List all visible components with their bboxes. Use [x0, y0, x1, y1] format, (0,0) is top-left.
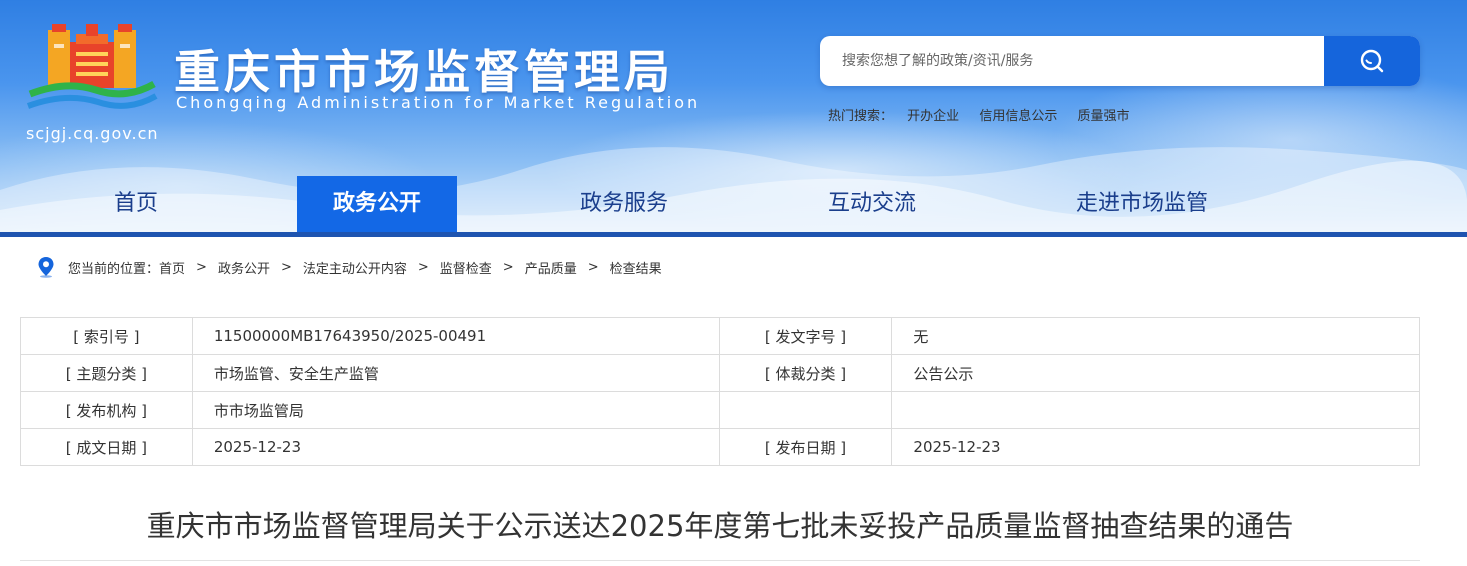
breadcrumb-separator: >: [196, 259, 207, 275]
info-value: 市场监管、安全生产监管: [191, 354, 720, 392]
breadcrumb: 您当前的位置： 首页 > 政务公开 > 法定主动公开内容 > 监督检查 > 产品…: [36, 256, 662, 278]
info-key: [ 索引号 ]: [20, 317, 193, 355]
breadcrumb-separator: >: [280, 259, 292, 275]
info-key: [ 发布日期 ]: [718, 428, 893, 466]
info-key: [718, 391, 893, 429]
breadcrumb-item[interactable]: 产品质量: [525, 258, 577, 277]
info-value: [891, 391, 1420, 429]
cq-amr-emblem-icon: [26, 24, 158, 109]
breadcrumb-item[interactable]: 法定主动公开内容: [303, 258, 407, 277]
table-row: [ 成文日期 ] 2025-12-23 [ 发布日期 ] 2025-12-23: [20, 428, 1420, 466]
nav-item-gov-affairs[interactable]: 政务公开: [297, 176, 457, 237]
info-key: [ 主题分类 ]: [20, 354, 193, 392]
nav-item-interaction[interactable]: 互动交流: [802, 176, 942, 232]
hot-search-link[interactable]: 信用信息公示: [979, 109, 1057, 124]
nav-item-gov-services[interactable]: 政务服务: [554, 176, 694, 232]
breadcrumb-item[interactable]: 首页: [159, 258, 185, 277]
hot-search-link[interactable]: 开办企业: [907, 109, 959, 124]
nav-item-about[interactable]: 走进市场监管: [1062, 176, 1222, 232]
table-row: [ 发布机构 ] 市市场监管局: [20, 391, 1420, 429]
site-subtitle: Chongqing Administration for Market Regu…: [176, 93, 701, 112]
info-key: [ 发文字号 ]: [718, 317, 893, 355]
breadcrumb-separator: >: [502, 259, 514, 275]
site-domain: scjgj.cq.gov.cn: [26, 124, 159, 143]
hot-search: 热门搜索： 开办企业 信用信息公示 质量强市: [828, 105, 1145, 124]
breadcrumb-separator: >: [417, 259, 429, 275]
info-value: 11500000MB17643950/2025-00491: [191, 317, 720, 355]
site-logo[interactable]: [26, 20, 158, 116]
breadcrumb-prefix: 您当前的位置：: [68, 261, 160, 277]
info-key: [ 体裁分类 ]: [718, 354, 893, 392]
title-divider: [20, 560, 1420, 561]
info-value: 2025-12-23: [891, 428, 1420, 466]
table-row: [ 索引号 ] 11500000MB17643950/2025-00491 [ …: [20, 317, 1420, 355]
info-value: 无: [891, 317, 1420, 355]
info-value: 市市场监管局: [191, 391, 720, 429]
document-info-table: [ 索引号 ] 11500000MB17643950/2025-00491 [ …: [20, 317, 1420, 466]
hot-search-label: 热门搜索：: [828, 109, 894, 124]
search-button[interactable]: [1324, 36, 1420, 86]
table-row: [ 主题分类 ] 市场监管、安全生产监管 [ 体裁分类 ] 公告公示: [20, 354, 1420, 392]
location-pin-icon: [38, 257, 54, 278]
main-nav: 首页 政务公开 政务服务 互动交流 走进市场监管: [0, 176, 1467, 237]
breadcrumb-item-current[interactable]: 检查结果: [610, 258, 662, 277]
search-icon: [1360, 49, 1384, 73]
article-title: 重庆市市场监督管理局关于公示送达2025年度第七批未妥投产品质量监督抽查结果的通…: [146, 509, 1294, 543]
info-key: [ 发布机构 ]: [20, 391, 193, 429]
hot-search-link[interactable]: 质量强市: [1077, 109, 1129, 124]
info-key: [ 成文日期 ]: [20, 428, 193, 466]
info-value: 公告公示: [891, 354, 1420, 392]
search-input[interactable]: [820, 36, 1324, 86]
nav-item-home[interactable]: 首页: [66, 176, 206, 232]
breadcrumb-item[interactable]: 监督检查: [440, 258, 492, 277]
search-box: [820, 36, 1420, 86]
info-value: 2025-12-23: [191, 428, 720, 466]
nav-bottom-bar: [0, 232, 1467, 237]
breadcrumb-item[interactable]: 政务公开: [218, 258, 270, 277]
breadcrumb-separator: >: [587, 259, 599, 275]
